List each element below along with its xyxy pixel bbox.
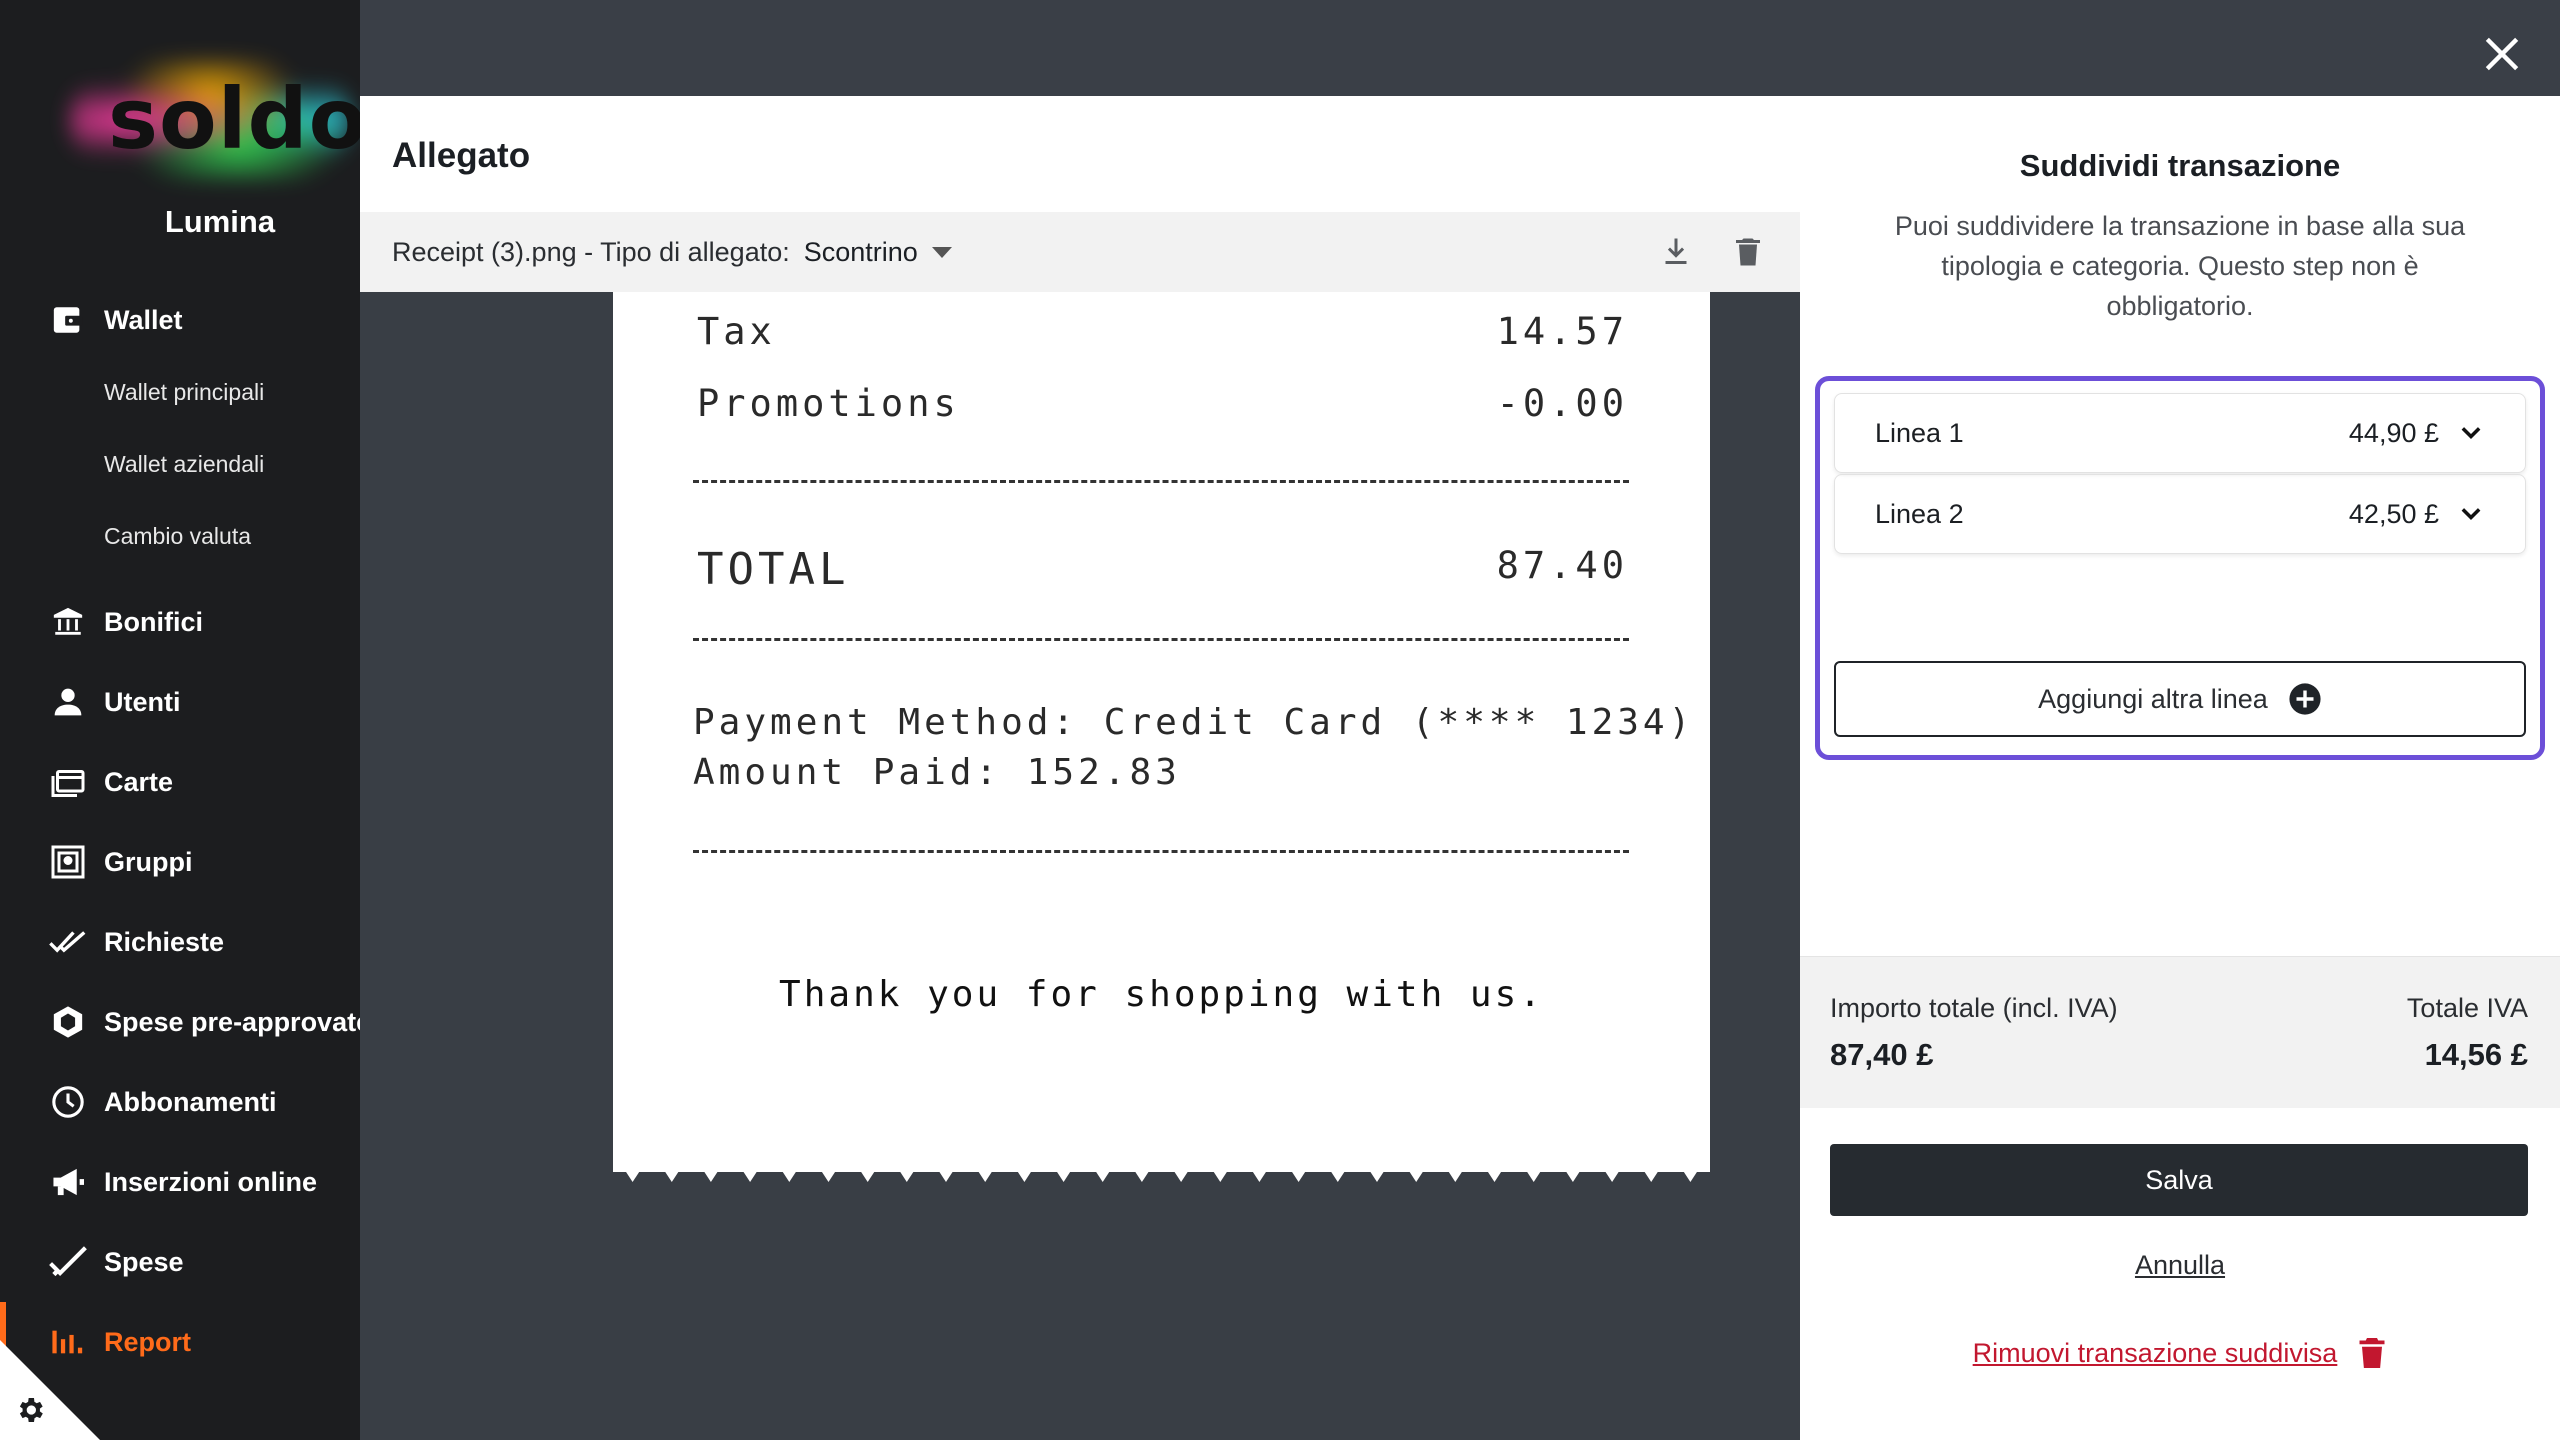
sidebar-item-label: Wallet [104, 304, 183, 335]
attachment-header: Allegato [360, 96, 1800, 212]
plus-circle-icon [2289, 683, 2321, 715]
sidebar-item-carte[interactable]: Carte [0, 752, 360, 812]
remove-split-link[interactable]: Rimuovi transazione suddivisa [1800, 1336, 2560, 1370]
line-label: Linea 2 [1875, 498, 1964, 529]
sidebar-item-utenti[interactable]: Utenti [0, 672, 360, 732]
delete-attachment-button[interactable] [1730, 234, 1766, 270]
sidebar-item-label: Richieste [104, 926, 225, 957]
receipt-promo-value: -0.00 [1496, 382, 1628, 425]
sidebar-item-wallet[interactable]: Wallet [0, 290, 360, 350]
sidebar-item-label: Gruppi [104, 846, 193, 877]
attachment-title: Allegato [392, 136, 531, 175]
receipt-divider [693, 480, 1629, 483]
trash-icon [2359, 1338, 2385, 1368]
split-line-1[interactable]: Linea 1 44,90 £ [1834, 393, 2526, 473]
download-icon [1665, 238, 1687, 264]
receipt-image: Tax 14.57 Promotions -0.00 TOTAL 87.40 P… [613, 292, 1710, 1172]
sidebar-item-label: Report [104, 1326, 191, 1357]
receipt-divider [693, 850, 1629, 853]
attachment-toolbar: Receipt (3).png - Tipo di allegato: Scon… [360, 212, 1800, 292]
sidebar-item-label: Carte [104, 766, 174, 797]
receipt-total-value: 87.40 [1496, 544, 1628, 587]
sidebar-item-spese[interactable]: Spese [0, 1232, 360, 1292]
sidebar-item-report[interactable]: Report [0, 1312, 360, 1372]
receipt-tax-label: Tax [697, 310, 776, 353]
attachment-file-name: Receipt (3).png - Tipo di allegato: [392, 236, 790, 267]
add-line-label: Aggiungi altra linea [2038, 683, 2268, 714]
sidebar: soldo Lumina Wallet Wallet principali Wa… [0, 0, 360, 1440]
line-amount: 44,90 £ [2348, 417, 2439, 448]
attachment-type-dropdown[interactable]: Scontrino [804, 237, 952, 268]
chevron-down-icon [2461, 427, 2481, 439]
sidebar-item-gruppi[interactable]: Gruppi [0, 832, 360, 892]
remove-split-label: Rimuovi transazione suddivisa [1972, 1337, 2338, 1368]
sidebar-item-label: Abbonamenti [104, 1086, 277, 1117]
user-icon [48, 682, 88, 722]
gear-icon[interactable] [14, 1394, 46, 1426]
close-button[interactable] [2480, 32, 2524, 76]
org-name: Lumina [164, 204, 276, 239]
close-icon [2485, 37, 2519, 71]
total-amount-value: 87,40 £ [1830, 1037, 1934, 1072]
megaphone-icon [48, 1162, 88, 1202]
totals-section: Importo totale (incl. IVA) 87,40 £ Total… [1800, 956, 2560, 1108]
soldo-logo: soldo [60, 40, 360, 200]
line-amount: 42,50 £ [2348, 498, 2439, 529]
sidebar-item-richieste[interactable]: Richieste [0, 912, 360, 972]
logo-text: soldo [108, 70, 360, 168]
download-button[interactable] [1658, 234, 1694, 270]
receipt-payment-method: Payment Method: Credit Card (**** 1234) [693, 702, 1695, 743]
sidebar-item-abbonamenti[interactable]: Abbonamenti [0, 1072, 360, 1132]
total-amount-label: Importo totale (incl. IVA) [1830, 993, 2118, 1023]
attachment-type-value: Scontrino [803, 236, 918, 267]
cards-icon [48, 762, 88, 802]
receipt-total-label: TOTAL [697, 544, 850, 595]
panel-title: Suddividi transazione [2019, 148, 2341, 183]
clock-icon [48, 1082, 88, 1122]
split-transaction-panel: Suddividi transazione Puoi suddividere l… [1800, 96, 2560, 1440]
sidebar-item-label: Utenti [104, 686, 181, 717]
sidebar-item-inserzioni-online[interactable]: Inserzioni online [0, 1152, 360, 1212]
sidebar-item-label: Spese pre-approvate [104, 1006, 360, 1037]
split-lines-box: Linea 1 44,90 £ Linea 2 42,50 £ Aggiungi… [1815, 376, 2545, 760]
double-check-icon [48, 922, 88, 962]
sidebar-item-label: Bonifici [104, 606, 203, 637]
receipt-thanks: Thank you for shopping with us. [779, 974, 1544, 1015]
check-icon [48, 1242, 88, 1282]
total-vat-label: Totale IVA [2406, 993, 2528, 1023]
cancel-link[interactable]: Annulla [1800, 1250, 2560, 1281]
groups-icon [48, 842, 88, 882]
save-button[interactable]: Salva [1830, 1144, 2528, 1216]
caret-down-icon [931, 246, 952, 258]
sidebar-item-label: Inserzioni online [104, 1166, 318, 1197]
sidebar-item-wallet-principali[interactable]: Wallet principali [104, 372, 264, 412]
sidebar-item-bonifici[interactable]: Bonifici [0, 592, 360, 652]
sidebar-item-label: Spese [104, 1246, 184, 1277]
attachment-viewer: Tax 14.57 Promotions -0.00 TOTAL 87.40 P… [360, 292, 1800, 1440]
line-label: Linea 1 [1875, 417, 1964, 448]
hexagon-icon [48, 1002, 88, 1042]
receipt-torn-edge [613, 1152, 1710, 1182]
sidebar-item-spese-pre-approvate[interactable]: Spese pre-approvate [0, 992, 360, 1052]
add-line-button[interactable]: Aggiungi altra linea [1834, 661, 2526, 737]
total-vat-value: 14,56 £ [2424, 1037, 2528, 1072]
receipt-tax-value: 14.57 [1496, 310, 1628, 353]
sidebar-item-wallet-aziendali[interactable]: Wallet aziendali [104, 444, 264, 484]
receipt-amount-paid: Amount Paid: 152.83 [693, 752, 1181, 793]
receipt-promo-label: Promotions [697, 382, 960, 425]
trash-icon [1736, 238, 1760, 266]
bar-chart-icon [48, 1322, 88, 1362]
chevron-down-icon [2461, 508, 2481, 520]
split-line-2[interactable]: Linea 2 42,50 £ [1834, 474, 2526, 554]
bank-icon [48, 602, 88, 642]
sidebar-item-cambio-valuta[interactable]: Cambio valuta [104, 516, 251, 556]
wallet-icon [48, 300, 88, 340]
panel-description: Puoi suddividere la transazione in base … [1894, 211, 2466, 321]
receipt-divider [693, 638, 1629, 641]
